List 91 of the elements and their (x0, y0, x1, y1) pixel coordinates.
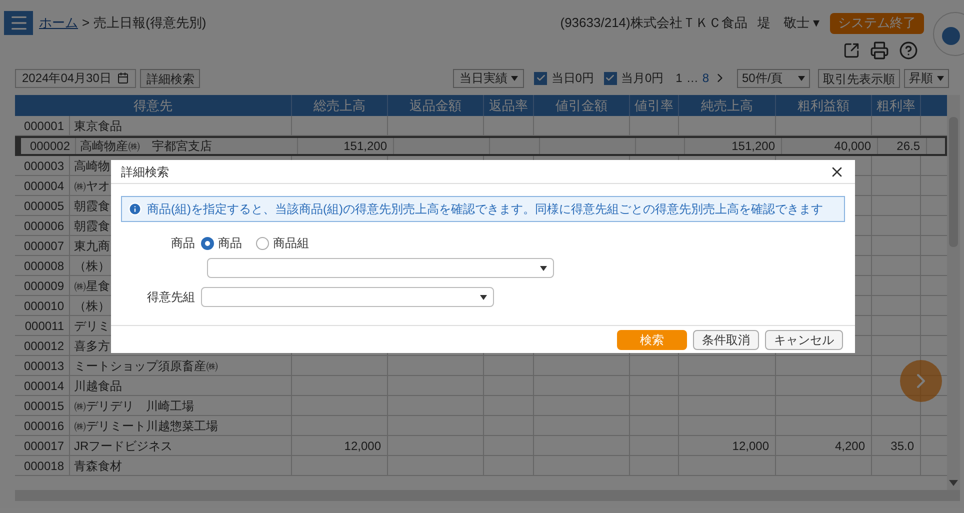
product-select[interactable] (207, 258, 554, 278)
avatar-icon[interactable] (933, 12, 964, 56)
column-header[interactable]: 純売上高 (679, 95, 776, 116)
print-icon[interactable] (870, 40, 889, 60)
checkbox[interactable] (604, 72, 617, 84)
table-cell: 000005 (15, 196, 70, 215)
dialog-button[interactable]: 検索 (617, 330, 687, 350)
column-header[interactable]: 値引率 (630, 95, 679, 116)
table-cell: 000010 (15, 296, 70, 315)
sort-order-select[interactable]: 昇順 (904, 68, 949, 88)
product-label: 商品 (170, 235, 196, 252)
table-cell: 000008 (15, 256, 70, 275)
checkbox-label: 当日0円 (551, 70, 594, 87)
table-cell: 000007 (15, 236, 70, 255)
caret-icon (511, 76, 518, 80)
table-cell: 高崎物産㈱ 宇都宮支店 (76, 138, 298, 154)
column-header[interactable]: 返品率 (484, 95, 534, 116)
caret-icon (798, 76, 805, 80)
check-icon (605, 73, 616, 83)
caret-icon (480, 294, 487, 300)
help-icon[interactable] (899, 40, 918, 60)
table-cell: 000004 (15, 176, 70, 195)
caret-icon (540, 266, 547, 270)
table-cell-text: 151,200 (732, 138, 775, 155)
per-page-select[interactable]: 50件/頁 (737, 68, 810, 88)
table-cell: 000011 (15, 316, 70, 335)
table-cell: ㈱デリデリ 川崎工場 (70, 396, 292, 415)
table-cell: 000016 (15, 416, 70, 435)
radio-button[interactable] (201, 236, 214, 250)
table-cell: 青森食材 (70, 456, 292, 475)
checkbox-label: 当月0円 (620, 70, 664, 87)
table-cell-text: 40,000 (834, 138, 871, 155)
menu-button[interactable] (4, 11, 33, 35)
table-cell: JRフードビジネス (70, 436, 292, 455)
company-name: (93633/214)株式会社ＴＫＣ食品 (560, 14, 748, 32)
info-icon (128, 202, 142, 216)
check-icon (536, 73, 546, 83)
page-title: 売上日報(得意先別) (94, 14, 206, 32)
table-cell-text: 12,000 (732, 438, 769, 454)
pager-last[interactable]: 8 (702, 69, 709, 87)
table-cell: 000013 (15, 356, 70, 375)
pager-ellipsis: … (686, 70, 698, 87)
customer-group-select[interactable] (201, 287, 494, 307)
home-link[interactable]: ホーム (39, 13, 78, 33)
scroll-down-icon[interactable] (949, 480, 958, 486)
table-cell: 000009 (15, 276, 70, 295)
calendar-icon (117, 72, 130, 84)
table-cell-text: 4,200 (834, 438, 865, 454)
column-header[interactable]: 総売上高 (292, 95, 388, 116)
table-cell-text: 26.5 (896, 138, 920, 155)
user-menu[interactable]: 堤 敬士 ▾ (757, 13, 820, 33)
table-cell: ミートショップ須原畜産㈱ (70, 356, 292, 375)
table-cell: 000015 (15, 396, 70, 415)
pager-first[interactable]: 1 (676, 69, 682, 87)
table-cell: 000014 (15, 376, 70, 395)
table-cell: 000001 (15, 116, 70, 135)
table-cell: 000012 (15, 336, 70, 355)
table-cell: 000002 (21, 138, 76, 154)
table-cell-text: 151,200 (344, 138, 387, 155)
radio-label: 商品 (218, 235, 242, 252)
detail-search-button[interactable]: 詳細検索 (140, 68, 200, 88)
mode-select[interactable]: 当日実績 (453, 68, 524, 88)
column-header[interactable]: 粗利率 (872, 95, 921, 116)
date-field[interactable]: 2024年04月30日 (15, 68, 136, 88)
table-cell-text: 35.0 (890, 438, 914, 454)
vertical-scrollbar[interactable] (947, 95, 960, 490)
table-cell: 川越食品 (70, 376, 292, 395)
dialog-button[interactable]: 条件取消 (693, 330, 759, 350)
dialog-button[interactable]: キャンセル (765, 330, 843, 350)
table-cell: 000006 (15, 216, 70, 235)
table-cell: 000018 (15, 456, 70, 475)
checkbox[interactable] (534, 72, 548, 84)
sort-field-select[interactable]: 取引先表示順 (818, 68, 900, 88)
column-header[interactable]: 得意先 (15, 95, 292, 116)
next-button[interactable] (900, 360, 942, 402)
radio-button[interactable] (256, 236, 269, 250)
column-header[interactable]: 返品金額 (388, 95, 484, 116)
breadcrumb-separator: > (82, 14, 90, 32)
table-row[interactable]: 000016 ㈱デリミート川越惣菜工場 (15, 416, 947, 436)
column-header[interactable]: 値引金額 (534, 95, 630, 116)
table-cell: 000017 (15, 436, 70, 455)
table-row[interactable]: 000017 JRフードビジネス 12,000 12,000 4,200 35.0 (15, 436, 947, 456)
table-cell-text: 12,000 (344, 438, 381, 454)
table-cell: 000003 (15, 156, 70, 175)
caret-icon (937, 76, 944, 80)
external-link-icon[interactable] (843, 42, 860, 58)
table-cell: ㈱デリミート川越惣菜工場 (70, 416, 292, 435)
table-row[interactable]: 000018 青森食材 (15, 456, 947, 476)
column-header[interactable]: 粗利益額 (776, 95, 872, 116)
table-cell: 東京食品 (70, 116, 292, 135)
selected-row[interactable]: 000002 高崎物産㈱ 宇都宮支店 151,200 151,200 40,000 26.5 (15, 136, 947, 156)
